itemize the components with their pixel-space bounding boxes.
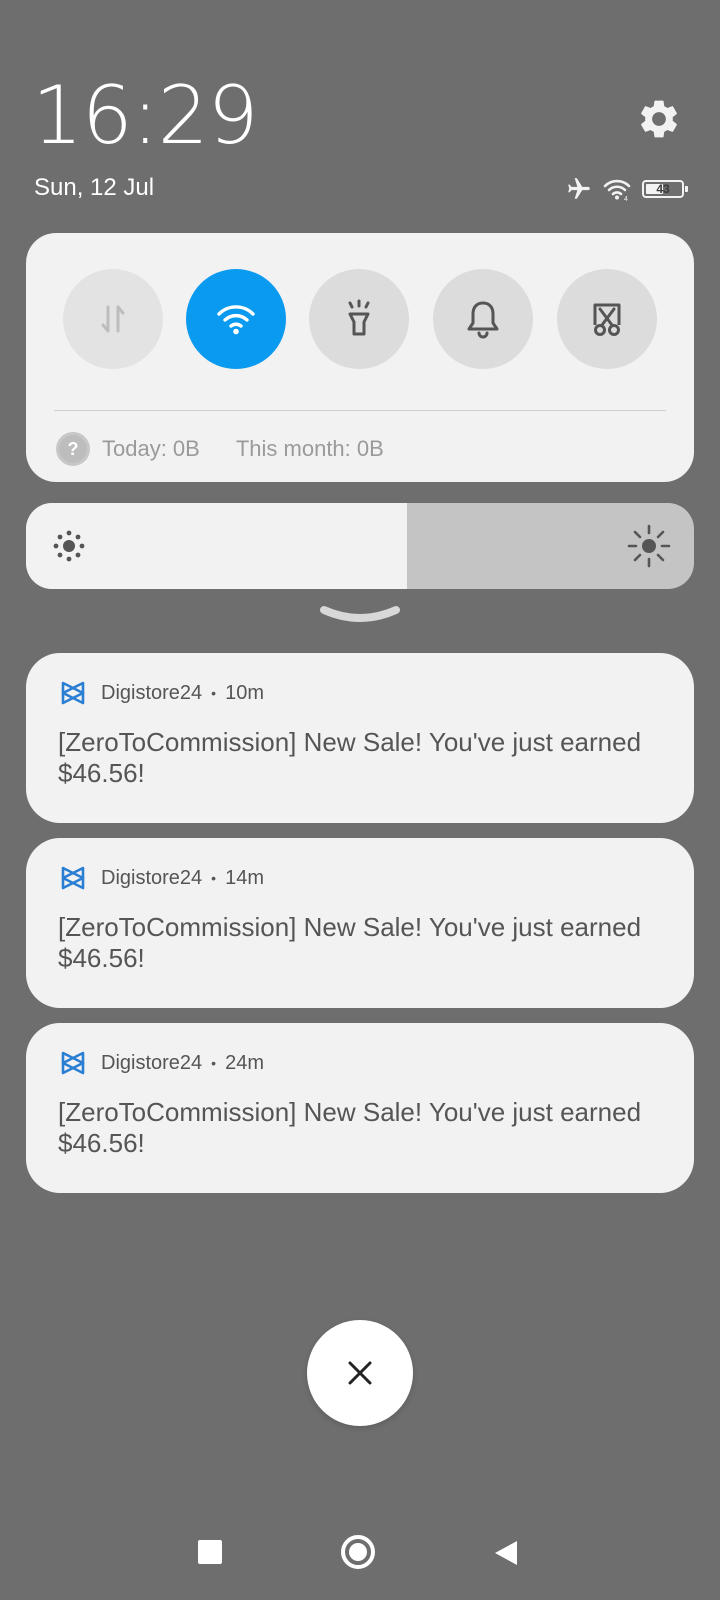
notification-app-name: Digistore24 (101, 1051, 203, 1074)
digistore24-app-icon (61, 681, 85, 705)
notification-header: Digistore24 • 24m (59, 1047, 264, 1079)
battery-icon: 43 (642, 180, 688, 198)
data-usage-month: This month: 0B (235, 436, 384, 461)
tile-screenshot[interactable] (557, 269, 657, 369)
notification-text: [ZeroToCommission] New Sale! You've just… (58, 1097, 642, 1158)
brightness-low-icon (53, 530, 85, 562)
close-icon (348, 1361, 372, 1385)
notification-text: [ZeroToCommission] New Sale! You've just… (58, 912, 642, 973)
flashlight-icon (348, 299, 370, 336)
digistore24-app-icon (61, 1051, 85, 1075)
notification-card[interactable]: Digistore24 • 24m [ZeroToCommission] New… (26, 1023, 694, 1193)
wifi-icon (217, 305, 255, 335)
brightness-slider[interactable] (26, 503, 694, 589)
help-question-icon: ? (56, 432, 90, 466)
notification-separator: • (211, 1055, 217, 1071)
status-icons: 4 43 (566, 176, 688, 202)
svg-text:4: 4 (624, 196, 628, 202)
airplane-icon (568, 178, 590, 199)
nav-recents-button[interactable] (198, 1540, 222, 1564)
clock-time[interactable]: 16:29 (32, 68, 259, 164)
nav-home-button[interactable] (341, 1535, 375, 1569)
digistore24-app-icon (61, 866, 85, 890)
scissors-screenshot-icon (593, 303, 621, 336)
tile-wifi[interactable] (186, 269, 286, 369)
notification-time: 24m (225, 1051, 264, 1074)
notification-header: Digistore24 • 10m (59, 677, 264, 709)
settings-gear-icon[interactable] (636, 96, 682, 142)
notification-time: 14m (225, 866, 264, 889)
tile-sound[interactable] (433, 269, 533, 369)
data-arrows-icon (101, 305, 125, 333)
bell-icon (467, 301, 499, 339)
chevron-down-icon[interactable] (320, 604, 400, 630)
notification-time: 10m (225, 681, 264, 704)
tile-mobile-data[interactable] (63, 269, 163, 369)
notification-header: Digistore24 • 14m (59, 862, 264, 894)
nav-back-icon[interactable] (493, 1539, 519, 1567)
brightness-high-icon (627, 524, 671, 568)
notification-separator: • (211, 685, 217, 701)
notification-text: [ZeroToCommission] New Sale! You've just… (58, 727, 642, 788)
clear-notifications-button[interactable] (307, 1320, 413, 1426)
quick-settings-panel: ? Today: 0B This month: 0B (26, 233, 694, 482)
tile-flashlight[interactable] (309, 269, 409, 369)
notification-card[interactable]: Digistore24 • 10m [ZeroToCommission] New… (26, 653, 694, 823)
notification-card[interactable]: Digistore24 • 14m [ZeroToCommission] New… (26, 838, 694, 1008)
wifi-signal-icon: 4 (603, 179, 631, 202)
notification-app-name: Digistore24 (101, 866, 203, 889)
date-label[interactable]: Sun, 12 Jul (34, 174, 154, 202)
battery-level-label: 43 (656, 182, 670, 196)
data-usage[interactable]: ? Today: 0B This month: 0B (56, 431, 384, 467)
data-usage-today: Today: 0B (102, 436, 200, 461)
panel-divider (54, 410, 666, 411)
notification-app-name: Digistore24 (101, 681, 203, 704)
notification-separator: • (211, 870, 217, 886)
